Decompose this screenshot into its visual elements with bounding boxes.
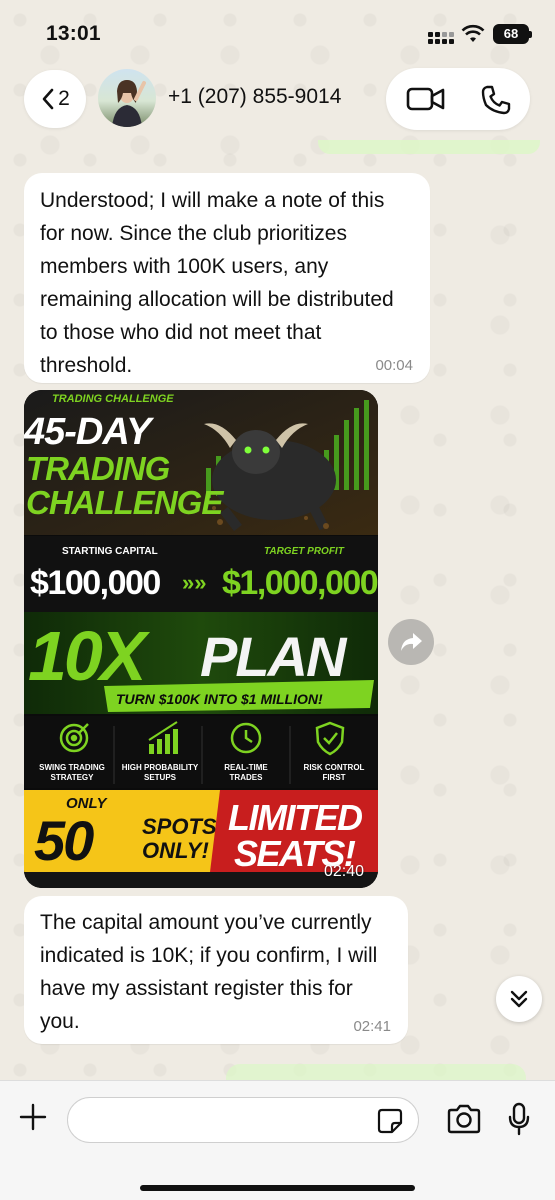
message-time: 02:40 xyxy=(323,863,364,880)
wifi-icon xyxy=(461,24,485,42)
arrows-glyph: »» xyxy=(182,570,206,595)
feature-label-realtime: REAL-TIME xyxy=(224,763,268,772)
trading-challenge-flyer: TRADING CHALLENGE 45-DAY TRADING CHALLEN… xyxy=(24,390,378,888)
avatar-image xyxy=(112,80,146,127)
limited-label: LIMITED xyxy=(228,797,362,838)
feature-label-probability: HIGH PROBABILITY xyxy=(122,763,199,772)
target-profit-value: $1,000,000 xyxy=(222,564,378,602)
svg-text:STRATEGY: STRATEGY xyxy=(51,773,95,782)
message-text: The capital amount you’ve currently indi… xyxy=(40,911,378,1033)
message-time: 02:41 xyxy=(353,1018,391,1035)
starting-capital-label: STARTING CAPITAL xyxy=(62,546,158,557)
signal-icon xyxy=(428,28,454,44)
message-text: Understood; I will make a note of this f… xyxy=(40,189,394,377)
svg-text:FIRST: FIRST xyxy=(322,773,345,782)
plus-icon[interactable] xyxy=(18,1102,48,1132)
forward-button[interactable] xyxy=(388,619,434,665)
flyer-tagline: TURN $100K INTO $1 MILLION! xyxy=(116,691,323,707)
scroll-to-bottom-button[interactable] xyxy=(496,976,542,1022)
avatar[interactable] xyxy=(98,69,156,127)
call-actions xyxy=(386,68,530,130)
target-profit-label: TARGET PROFIT xyxy=(264,546,345,557)
message-composer xyxy=(0,1080,555,1200)
chat-header: 2 +1 (207) 855-9014 xyxy=(0,64,555,134)
back-button[interactable]: 2 xyxy=(24,70,86,128)
home-indicator xyxy=(140,1185,415,1191)
battery-icon: 68 xyxy=(493,24,532,44)
flyer-banner: TRADING CHALLENGE xyxy=(52,393,174,405)
sticker-icon[interactable] xyxy=(377,1108,403,1134)
plan-10x: 10X xyxy=(28,617,151,695)
svg-text:SETUPS: SETUPS xyxy=(144,773,177,782)
camera-icon[interactable] xyxy=(446,1104,482,1134)
chevron-left-icon xyxy=(42,88,54,110)
svg-text:TRADES: TRADES xyxy=(230,773,264,782)
image-message[interactable]: TRADING CHALLENGE 45-DAY TRADING CHALLEN… xyxy=(24,390,378,888)
video-call-icon[interactable] xyxy=(406,85,446,113)
status-time: 13:01 xyxy=(46,22,101,45)
contact-name[interactable]: +1 (207) 855-9014 xyxy=(168,85,341,109)
starting-capital-value: $100,000 xyxy=(30,564,160,602)
forward-icon xyxy=(401,633,422,651)
plan-word: PLAN xyxy=(200,625,348,688)
sent-message-partial xyxy=(318,140,540,154)
unread-count: 2 xyxy=(58,87,70,110)
feature-label-swing: SWING TRADING xyxy=(39,763,105,772)
only-label-2: ONLY! xyxy=(142,838,209,863)
microphone-icon[interactable] xyxy=(508,1102,530,1136)
received-message[interactable]: Understood; I will make a note of this f… xyxy=(24,173,430,383)
message-input[interactable] xyxy=(67,1097,419,1143)
feature-label-risk: RISK CONTROL xyxy=(304,763,365,772)
spots-number: 50 xyxy=(34,809,94,872)
phone-call-icon[interactable] xyxy=(480,84,512,116)
received-message[interactable]: The capital amount you’ve currently indi… xyxy=(24,896,408,1044)
message-time: 00:04 xyxy=(375,357,413,374)
flyer-title-line3: CHALLENGE xyxy=(26,484,224,521)
spots-label: SPOTS xyxy=(142,814,217,839)
status-bar: 13:01 68 xyxy=(0,0,555,62)
double-chevron-down-icon xyxy=(510,990,528,1008)
flyer-title-line2: TRADING xyxy=(26,450,170,487)
flyer-title-line1: 45-DAY xyxy=(24,411,155,453)
